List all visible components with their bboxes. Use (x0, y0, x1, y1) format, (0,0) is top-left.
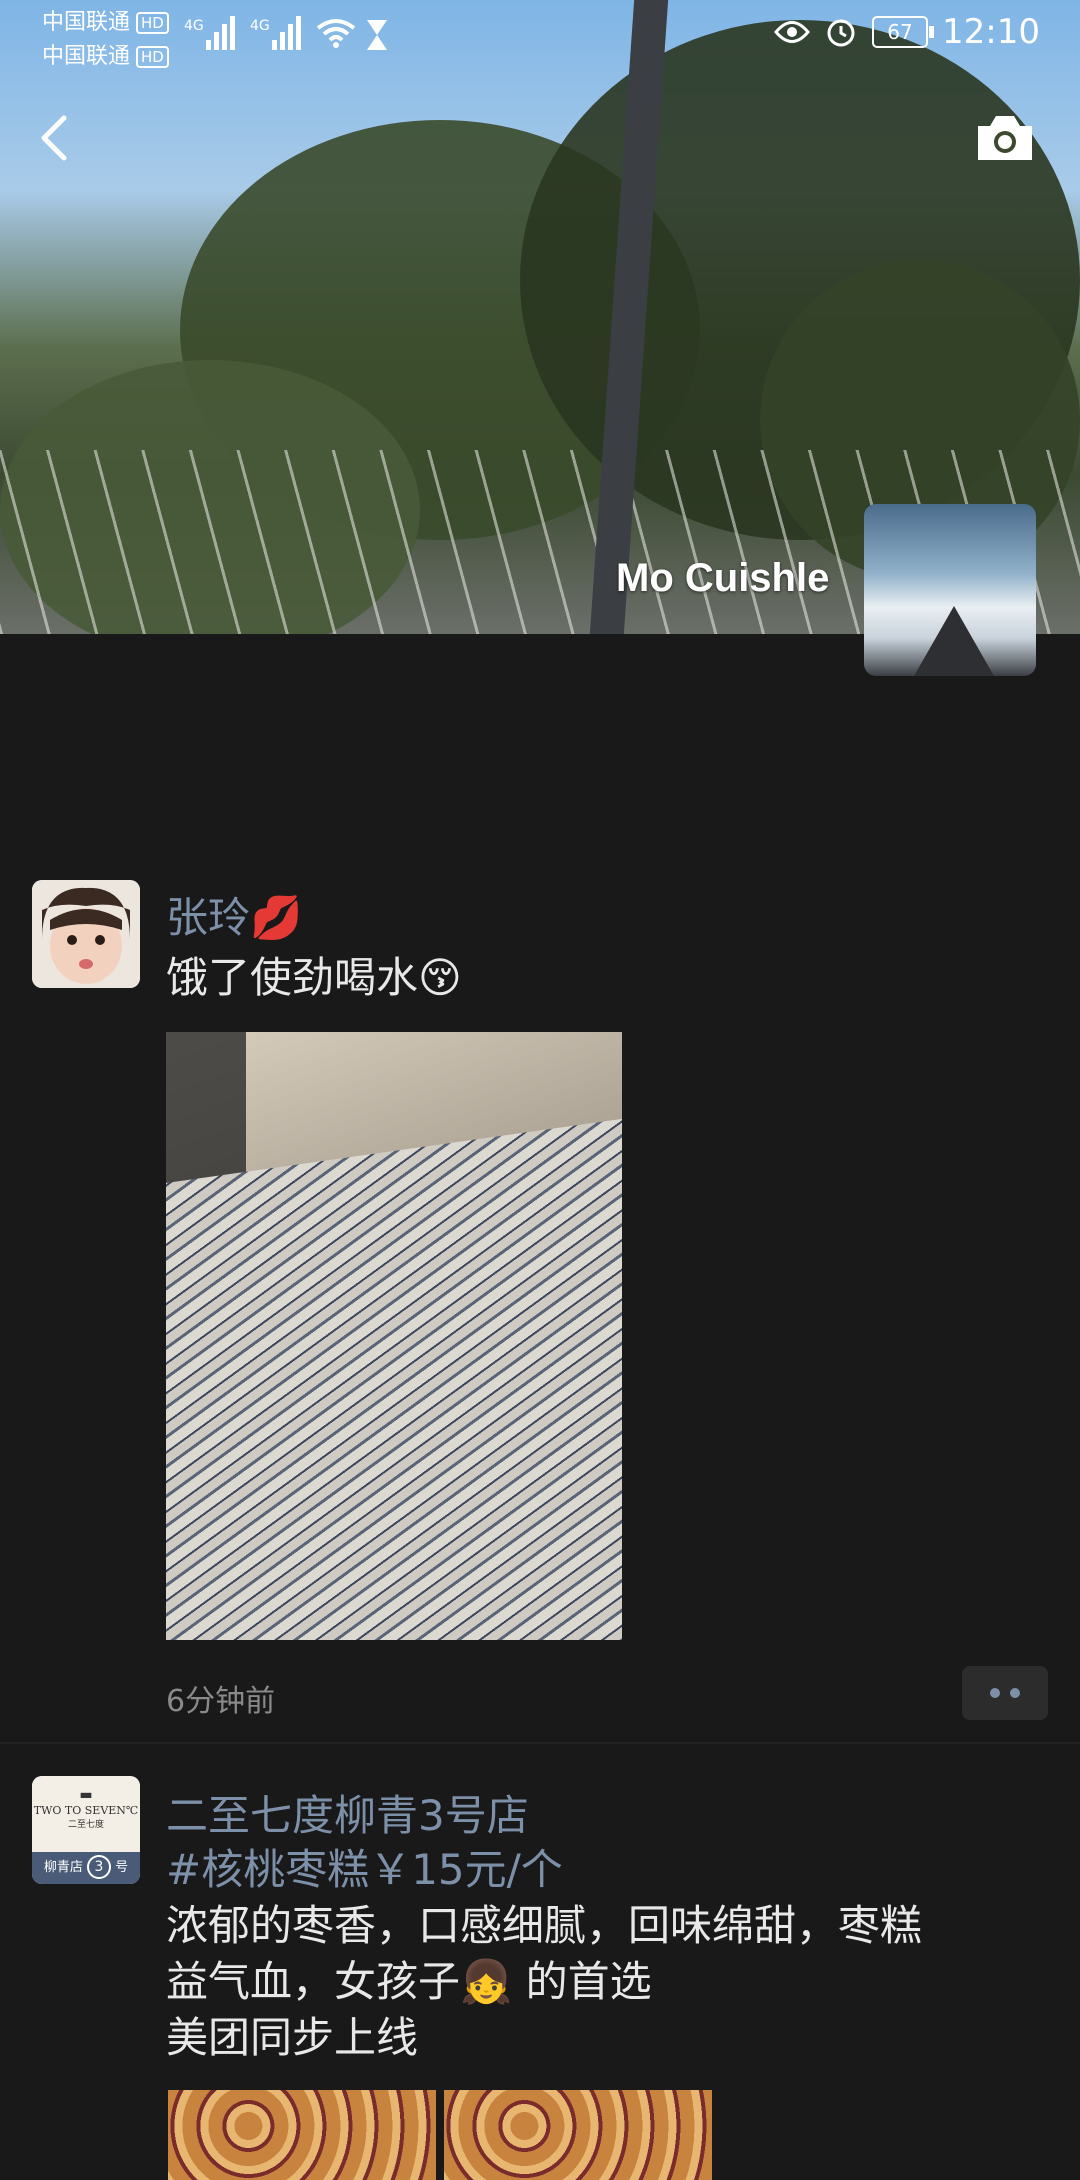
carrier-info: 中国联通 HD 中国联通 HD (42, 6, 169, 74)
avatar-brand-text: TWO TO SEVEN℃ (33, 1804, 139, 1817)
dot-icon (1010, 1688, 1020, 1698)
avatar-brand-sub: 二至七度 (67, 1820, 104, 1830)
post-photo-thumb[interactable] (444, 2090, 712, 2180)
avatar-store-number: 3 (87, 1855, 111, 1879)
avatar-road (914, 606, 994, 676)
child-face-icon (32, 880, 140, 988)
post-avatar[interactable] (32, 880, 140, 988)
carrier-name: 中国联通 (42, 10, 131, 35)
status-right: 67 12:10 (774, 12, 1040, 52)
post-text: #核桃枣糕￥15元/个 浓郁的枣香，口感细腻，回味绵甜，枣糕 益气血，女孩子👧 … (166, 1842, 1026, 2066)
post-author-name[interactable]: 二至七度柳青3号店 (166, 1782, 529, 1843)
post-text-line: 美团同步上线 (166, 2013, 419, 2062)
network-type: 4G (184, 18, 204, 34)
profile-avatar[interactable] (864, 504, 1036, 676)
back-button[interactable] (32, 110, 80, 166)
alarm-icon (827, 19, 855, 47)
more-actions-button[interactable] (962, 1666, 1048, 1720)
post-text-line: 浓郁的枣香，口感细腻，回味绵甜，枣糕 (166, 1901, 923, 1950)
clock: 12:10 (942, 12, 1040, 52)
camera-button[interactable] (974, 112, 1036, 164)
post-text: 饿了使劲喝水😚 (166, 953, 462, 1002)
signal-icon (206, 14, 235, 50)
post-photo-thumb[interactable] (168, 2090, 436, 2180)
profile-username[interactable]: Mo Cuishle (616, 556, 829, 601)
network-type: 4G (250, 18, 270, 34)
avatar-store-label: 柳青店 (43, 1860, 83, 1875)
post-time: 6分钟前 (166, 1684, 276, 1719)
dot-icon (990, 1688, 1000, 1698)
avatar-store-suffix: 号 (115, 1860, 129, 1875)
post-divider (0, 1742, 1080, 1744)
eye-icon (774, 21, 810, 43)
carrier-name: 中国联通 (42, 44, 131, 69)
shop-logo-cake-icon: ▬ (79, 1787, 93, 1803)
post-text-line: 益气血，女孩子👧 的首选 (166, 1957, 652, 2006)
status-bar: 中国联通 HD 中国联通 HD 4G 4G 67 12:10 (0, 0, 1080, 70)
signal-icon (272, 14, 301, 50)
hourglass-icon (367, 20, 387, 50)
hd-badge: HD (136, 12, 169, 34)
post-photo[interactable] (166, 1032, 622, 1640)
post-author-name[interactable]: 张玲💋 (166, 884, 302, 945)
wifi-icon (316, 19, 356, 48)
hd-badge: HD (136, 46, 169, 68)
post-hashtag[interactable]: #核桃枣糕￥15元/个 (166, 1842, 1026, 1898)
battery-icon: 67 (872, 16, 935, 48)
post-avatar[interactable]: ▬ TWO TO SEVEN℃ 二至七度 柳青店 3 号 (32, 1776, 140, 1884)
